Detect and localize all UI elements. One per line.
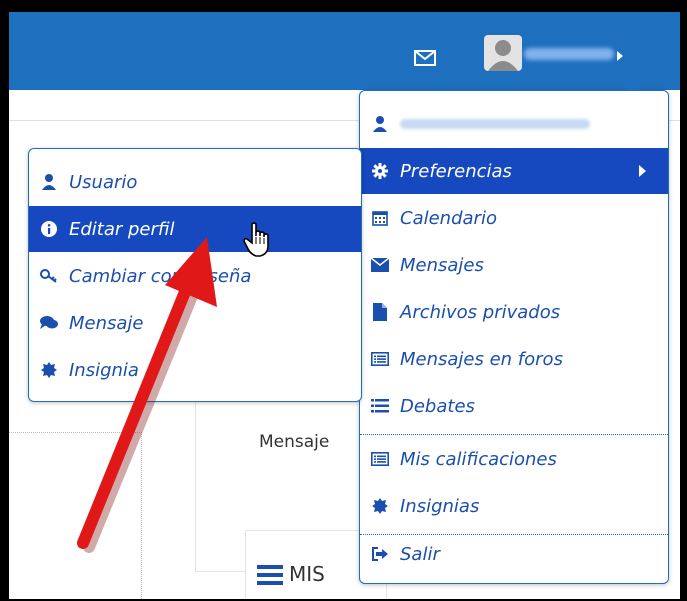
badge-icon [360, 498, 400, 514]
file-icon [360, 303, 400, 321]
user-icon [29, 174, 69, 190]
menu-item-debates[interactable]: Debates [360, 383, 668, 429]
bars-icon [257, 565, 283, 585]
menu-item-salir[interactable]: Salir [360, 531, 668, 577]
background-mensaje-text: Mensaje [259, 432, 330, 452]
menu-pointer [624, 82, 642, 91]
info-icon [29, 221, 69, 237]
menu-item-label: Preferencias [400, 160, 512, 182]
screenshot-frame: Mensaje MIS Preferencias Calendario Mens… [9, 12, 680, 599]
menu-item-label: Archivos privados [400, 301, 561, 323]
user-name-blurred [400, 119, 590, 129]
hand-cursor-icon [243, 222, 273, 258]
sign-out-icon [360, 547, 400, 561]
menu-item-label: Salir [400, 543, 440, 565]
bars-icon [360, 399, 400, 413]
menu-item-preferencias[interactable]: Preferencias [360, 148, 668, 194]
annotation-arrow [59, 237, 259, 557]
top-navbar [9, 12, 680, 90]
menu-item-label: Calendario [400, 207, 497, 229]
gear-icon [360, 163, 400, 179]
menu-item-label: Mis calificaciones [400, 448, 557, 470]
menu-item-calendario[interactable]: Calendario [360, 195, 668, 241]
caret-right-icon[interactable] [617, 51, 623, 61]
menu-item-archivos-privados[interactable]: Archivos privados [360, 289, 668, 335]
menu-item-insignias[interactable]: Insignias [360, 483, 668, 529]
menu-item-label: Mensajes [400, 254, 484, 276]
user-name-blurred[interactable] [524, 48, 614, 60]
menu-item-mensajes[interactable]: Mensajes [360, 242, 668, 288]
menu-item-label: Insignias [400, 495, 480, 517]
background-mis-text: MIS [289, 562, 325, 586]
menu-item-mensajes-en-foros[interactable]: Mensajes en foros [360, 336, 668, 382]
envelope-icon [360, 258, 400, 272]
menu-item-mis-calificaciones[interactable]: Mis calificaciones [360, 436, 668, 482]
avatar-icon[interactable] [484, 35, 522, 71]
user-dropdown-menu: Preferencias Calendario Mensajes Archivo… [359, 82, 669, 584]
calendar-icon [360, 210, 400, 226]
menu-item-label: Debates [400, 395, 475, 417]
list-icon [360, 452, 400, 466]
submenu-item-usuario[interactable]: Usuario [29, 159, 361, 205]
envelope-icon[interactable] [414, 50, 436, 66]
caret-right-icon [639, 165, 646, 177]
user-icon [360, 116, 400, 132]
user-header-item[interactable] [360, 101, 668, 147]
menu-item-label: Mensajes en foros [400, 348, 563, 370]
submenu-item-label: Usuario [69, 171, 138, 193]
menu-divider [360, 434, 668, 435]
list-icon [360, 352, 400, 366]
